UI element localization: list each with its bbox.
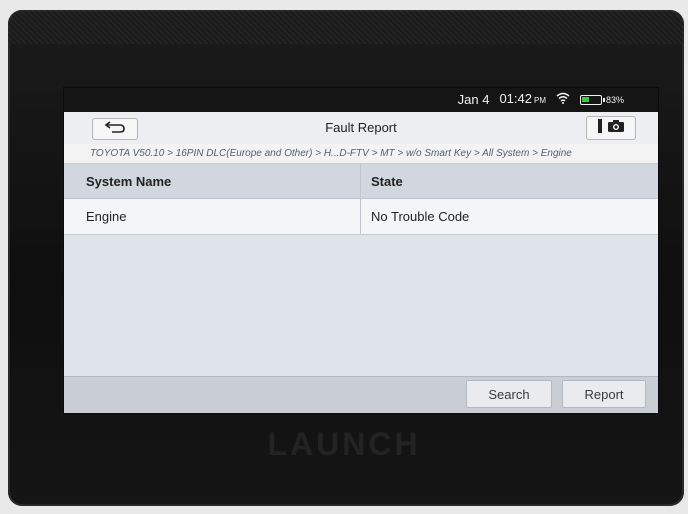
wifi-icon <box>556 88 570 112</box>
report-button[interactable]: Report <box>562 380 646 408</box>
breadcrumb: TOYOTA V50.10 > 16PIN DLC(Europe and Oth… <box>64 144 658 164</box>
battery-icon <box>579 95 605 105</box>
bottom-toolbar: Search Report <box>64 376 658 413</box>
fault-table: System Name State Engine No Trouble Code <box>64 164 658 235</box>
title-bar: Fault Report <box>64 112 658 145</box>
cell-system-name: Engine <box>64 199 361 234</box>
status-time-group: 01:42 PM <box>499 88 546 113</box>
battery-level <box>581 97 589 102</box>
battery-percent: 83% <box>605 95 624 105</box>
table-header: System Name State <box>64 164 658 199</box>
search-button[interactable]: Search <box>466 380 552 408</box>
page-title: Fault Report <box>325 120 397 135</box>
screenshot-icon <box>597 118 603 139</box>
status-right: Jan 4 01:42 PM 83% <box>458 88 624 112</box>
battery-group: 83% <box>579 88 624 112</box>
screenshot-button[interactable] <box>586 116 636 140</box>
status-ampm: PM <box>533 96 546 105</box>
table-row[interactable]: Engine No Trouble Code <box>64 199 658 235</box>
column-header-system-name: System Name <box>64 164 361 198</box>
back-arrow-icon <box>103 120 127 139</box>
column-header-state: State <box>371 173 403 189</box>
cell-state: No Trouble Code <box>371 209 470 224</box>
back-button[interactable] <box>92 118 138 140</box>
device-brand-logo: LAUNCH <box>267 426 421 462</box>
device-screen: Jan 4 01:42 PM 83% Fault Report TOYOTA V… <box>64 88 658 413</box>
status-date: Jan 4 <box>457 92 490 107</box>
camera-icon <box>607 119 625 138</box>
device-top-edge <box>8 10 684 44</box>
status-bar: Jan 4 01:42 PM 83% <box>64 88 658 112</box>
status-time: 01:42 <box>499 91 532 106</box>
